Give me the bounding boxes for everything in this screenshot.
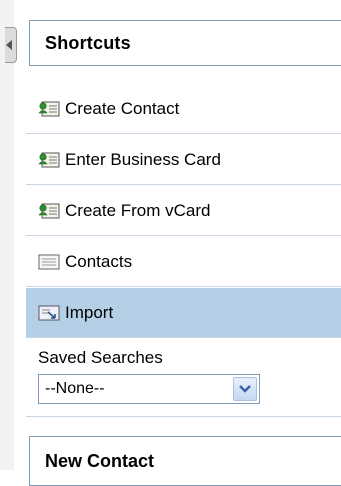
new-contact-header: New Contact xyxy=(29,436,341,486)
import-icon xyxy=(38,305,60,320)
new-contact-title: New Contact xyxy=(45,451,155,471)
shortcut-create-contact[interactable]: Create Contact xyxy=(26,84,341,134)
shortcut-label: Create From vCard xyxy=(65,200,211,220)
dropdown-button[interactable] xyxy=(233,377,257,401)
shortcut-contacts[interactable]: Contacts xyxy=(26,237,341,287)
sidebar-edge xyxy=(0,0,14,470)
shortcut-create-from-vcard[interactable]: Create From vCard xyxy=(26,186,341,236)
section-divider xyxy=(26,416,341,417)
contacts-list-icon xyxy=(38,254,60,269)
shortcuts-panel: Shortcuts Create Contact Enter Business … xyxy=(26,0,341,486)
saved-searches-label: Saved Searches xyxy=(38,348,163,367)
saved-searches-select[interactable]: --None-- xyxy=(38,374,260,404)
shortcut-label: Contacts xyxy=(65,251,133,271)
shortcut-label: Import xyxy=(65,302,114,322)
shortcut-enter-business-card[interactable]: Enter Business Card xyxy=(26,135,341,185)
shortcut-label: Enter Business Card xyxy=(65,149,221,169)
collapse-sidebar-button[interactable] xyxy=(5,27,17,63)
contact-card-add-icon xyxy=(38,152,60,167)
shortcuts-title: Shortcuts xyxy=(45,33,131,53)
contact-card-add-icon xyxy=(38,101,60,116)
shortcut-import[interactable]: Import xyxy=(26,288,341,338)
saved-searches-value: --None-- xyxy=(45,380,105,397)
chevron-left-icon xyxy=(6,40,12,50)
chevron-down-icon xyxy=(239,385,251,393)
shortcut-label: Create Contact xyxy=(65,98,180,118)
contact-card-add-icon xyxy=(38,203,60,218)
shortcuts-header: Shortcuts xyxy=(29,20,341,66)
